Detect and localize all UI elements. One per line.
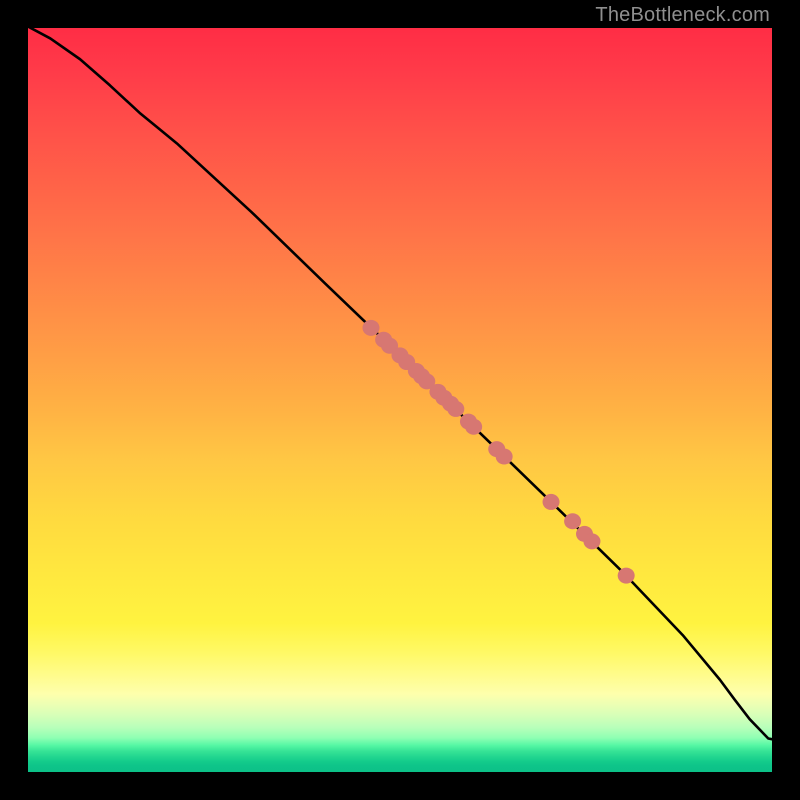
data-point (583, 533, 600, 549)
data-point (496, 449, 513, 465)
plot-svg (28, 28, 772, 772)
data-point (564, 513, 581, 529)
data-point (362, 320, 379, 336)
watermark-text: TheBottleneck.com (595, 4, 770, 27)
data-point (543, 494, 560, 510)
chart-stage: TheBottleneck.com (0, 0, 800, 800)
data-point (447, 401, 464, 417)
plot-area (28, 28, 772, 772)
curve-line (28, 28, 772, 739)
highlight-points-group (362, 320, 634, 584)
data-point (465, 419, 482, 435)
data-point (618, 568, 635, 584)
